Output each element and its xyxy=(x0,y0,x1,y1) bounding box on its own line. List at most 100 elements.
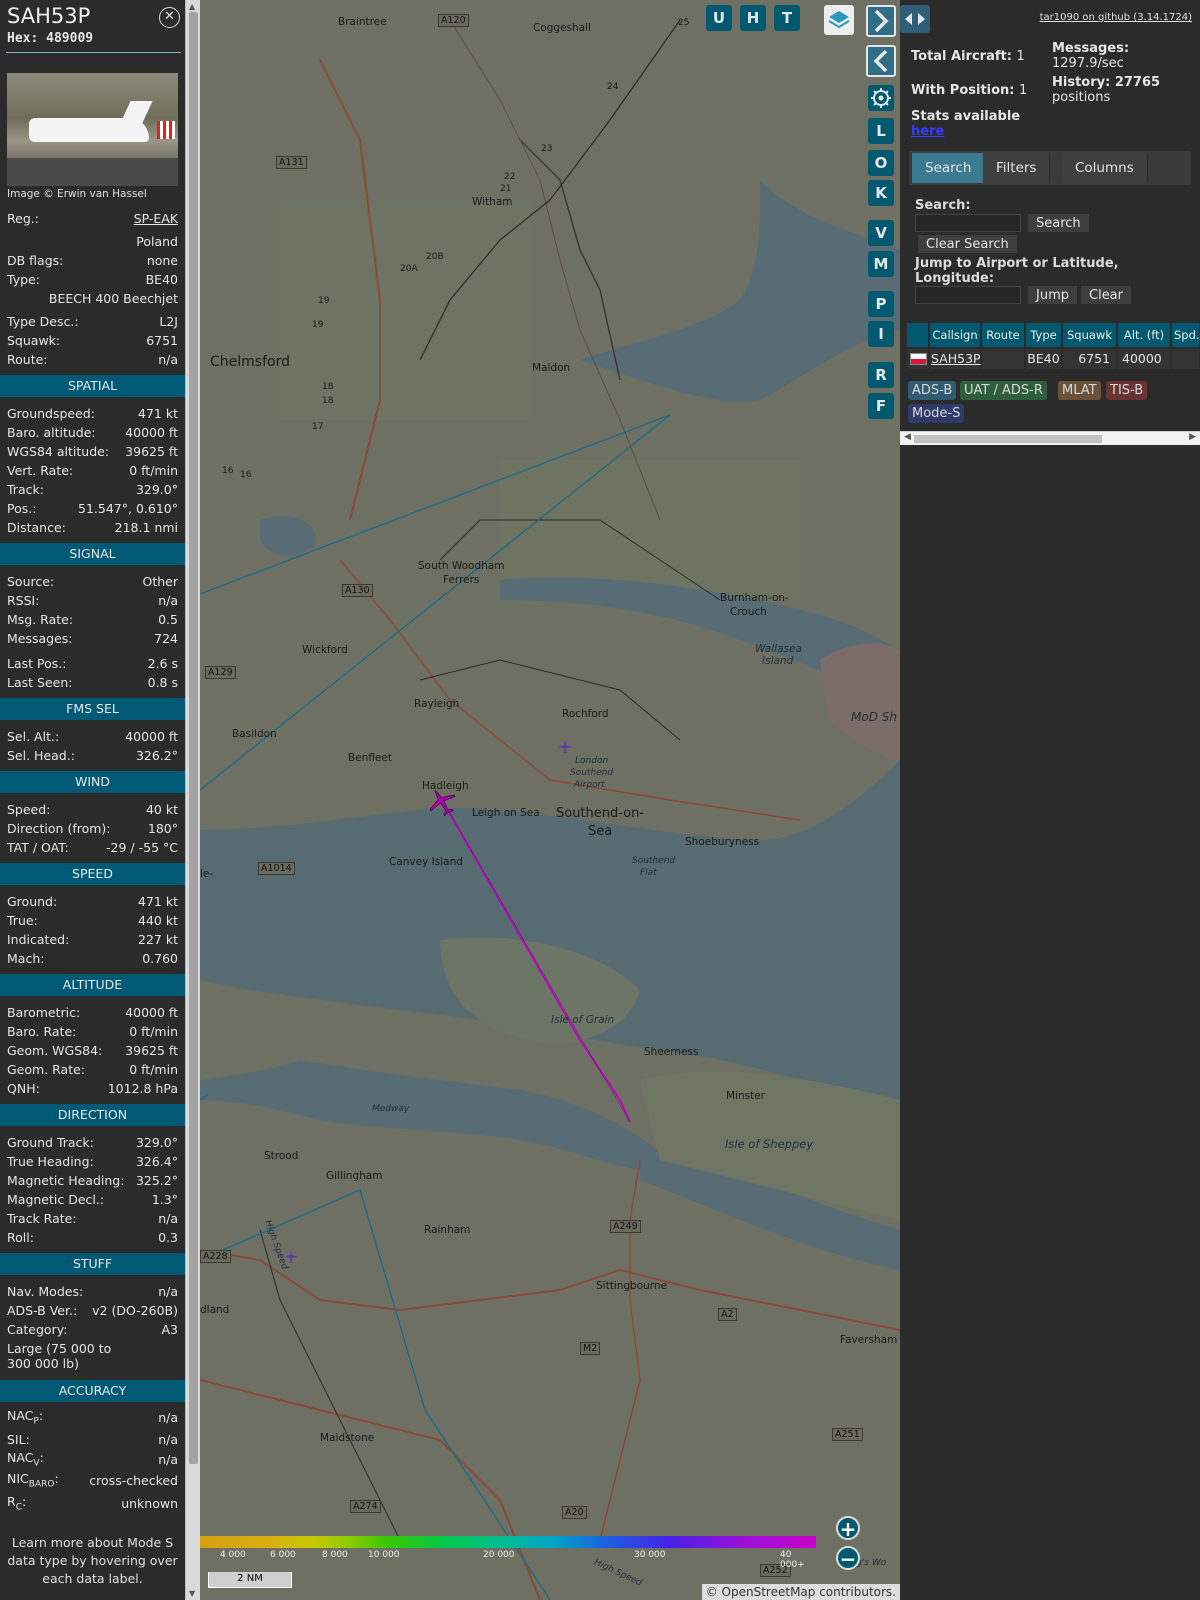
source-chip-uat[interactable]: UAT / ADS-R xyxy=(960,381,1047,400)
map-label: Rayleigh xyxy=(414,698,460,710)
map-attribution[interactable]: © OpenStreetMap contributors. xyxy=(701,1584,900,1600)
junction-label: 19 xyxy=(318,296,330,306)
toggle-u-button[interactable]: U xyxy=(706,5,732,31)
road-shield: A130 xyxy=(342,584,373,597)
map-label: Gillingham xyxy=(326,1170,383,1182)
section-wind[interactable]: WIND xyxy=(0,771,185,793)
map-view[interactable]: Braintree Coggeshall Witham Chelmsford M… xyxy=(200,0,900,1600)
toggle-t-button[interactable]: T xyxy=(774,5,800,31)
section-spatial[interactable]: SPATIAL xyxy=(0,375,185,397)
source-chip-tisb[interactable]: TIS-B xyxy=(1106,381,1148,400)
junction-label: 20B xyxy=(426,252,444,262)
info-row: Nav. Modes: n/a xyxy=(7,1283,178,1299)
search-button[interactable]: Search xyxy=(1027,213,1090,233)
section-signal[interactable]: SIGNAL xyxy=(0,543,185,565)
junction-label: 18 xyxy=(322,396,334,406)
table-cell-speed xyxy=(1172,349,1200,369)
stats-available: Stats available xyxy=(911,109,1021,124)
info-scrollbar[interactable]: ▲ ▼ xyxy=(185,0,200,1600)
section-direction[interactable]: DIRECTION xyxy=(0,1104,185,1126)
table-horizontal-scrollbar[interactable]: ◀ ▶ xyxy=(900,431,1200,445)
layers-icon[interactable] xyxy=(824,5,854,35)
column-header-altitude[interactable]: Alt. (ft) xyxy=(1118,323,1171,347)
clear-button[interactable]: Clear xyxy=(1080,285,1132,305)
info-row: Messages: 724 xyxy=(7,630,178,646)
toggle-f-button[interactable]: F xyxy=(868,393,894,419)
section-accuracy[interactable]: ACCURACY xyxy=(0,1380,185,1402)
clear-search-button[interactable]: Clear Search xyxy=(917,234,1018,254)
aircraft-photo[interactable] xyxy=(7,73,178,186)
github-link[interactable]: tar1090 on github (3.14.1724) xyxy=(1040,12,1192,23)
toggle-k-button[interactable]: K xyxy=(868,180,894,206)
scrollbar-thumb[interactable] xyxy=(914,435,1102,443)
map-label: Ferrers xyxy=(443,574,480,586)
map-label: Braintree xyxy=(338,16,387,28)
junction-label: 20A xyxy=(400,264,418,274)
column-header-speed[interactable]: Spd. xyxy=(1172,323,1200,347)
chevron-right-icon[interactable] xyxy=(866,5,896,37)
toggle-v-button[interactable]: V xyxy=(868,220,894,246)
map-label: Sittingbourne xyxy=(596,1280,668,1292)
table-cell-callsign[interactable]: SAH53P xyxy=(930,349,981,369)
column-header-type[interactable]: Type xyxy=(1026,323,1062,347)
junction-label: 18 xyxy=(322,382,334,392)
scrollbar-thumb[interactable] xyxy=(189,12,198,1464)
toggle-h-button[interactable]: H xyxy=(740,5,766,31)
stats-link[interactable]: here xyxy=(911,124,944,139)
toggle-m-button[interactable]: M xyxy=(868,251,894,277)
column-header-squawk[interactable]: Squawk xyxy=(1063,323,1117,347)
info-row: Ground: 471 kt xyxy=(7,893,178,909)
registration-link[interactable]: SP-EAK xyxy=(134,211,178,226)
map-label: Shoeburyness xyxy=(685,836,760,848)
road-shield: A120 xyxy=(438,14,469,27)
source-chip-modes[interactable]: Mode-S xyxy=(908,404,965,423)
info-row: Geom. WGS84: 39625 ft xyxy=(7,1042,178,1058)
jump-input[interactable] xyxy=(915,286,1021,304)
toggle-p-button[interactable]: P xyxy=(868,291,894,317)
toggle-r-button[interactable]: R xyxy=(868,362,894,388)
tab-columns[interactable]: Columns xyxy=(1062,153,1148,183)
tab-filters[interactable]: Filters xyxy=(983,153,1051,183)
column-header-route[interactable]: Route xyxy=(982,323,1025,347)
column-header-callsign[interactable]: Callsign xyxy=(930,323,981,347)
road-shield: A249 xyxy=(610,1220,641,1233)
info-row: Baro. Rate: 0 ft/min xyxy=(7,1023,178,1039)
map-label: Airport xyxy=(574,780,605,790)
scroll-left-icon[interactable]: ◀ xyxy=(904,432,911,442)
junction-label: 17 xyxy=(312,422,324,432)
road-shield: A274 xyxy=(350,1500,381,1513)
toggle-o-button[interactable]: O xyxy=(868,150,894,176)
tab-search[interactable]: Search xyxy=(912,153,986,183)
expand-horizontal-icon[interactable] xyxy=(900,5,930,33)
section-fms[interactable]: FMS SEL xyxy=(0,698,185,720)
section-speed[interactable]: SPEED xyxy=(0,863,185,885)
zoom-out-button[interactable]: − xyxy=(836,1546,860,1570)
junction-label: 16 xyxy=(240,470,252,480)
map-scale-bar: 2 NM xyxy=(208,1572,292,1588)
info-row: NACV: n/a xyxy=(7,1449,178,1469)
road-shield: A228 xyxy=(200,1250,231,1263)
section-altitude[interactable]: ALTITUDE xyxy=(0,974,185,996)
scroll-right-icon[interactable]: ▶ xyxy=(1189,432,1196,442)
dbflags-row: DB flags: none xyxy=(7,252,178,268)
chevron-left-icon[interactable] xyxy=(866,45,896,77)
scroll-down-icon[interactable]: ▼ xyxy=(189,1589,195,1598)
close-icon[interactable]: ✕ xyxy=(159,7,180,28)
source-chip-mlat[interactable]: MLAT xyxy=(1058,381,1101,400)
section-stuff[interactable]: STUFF xyxy=(0,1253,185,1275)
category-desc: 300 000 lb) xyxy=(7,1355,79,1371)
toggle-i-button[interactable]: I xyxy=(868,321,894,347)
info-row: SIL: n/a xyxy=(7,1431,178,1447)
road-shield: M2 xyxy=(580,1342,601,1355)
zoom-in-button[interactable]: + xyxy=(836,1516,860,1540)
source-chip-adsb[interactable]: ADS-B xyxy=(908,381,957,400)
column-header-flag[interactable] xyxy=(907,323,929,347)
selected-callsign: SAH53P xyxy=(7,4,91,28)
scroll-up-icon[interactable]: ▲ xyxy=(189,2,195,11)
map-label: Isle of Grain xyxy=(551,1014,615,1026)
toggle-l-button[interactable]: L xyxy=(868,118,894,144)
legend-tick: 40 000+ xyxy=(780,1550,805,1570)
gear-icon[interactable] xyxy=(868,85,894,111)
search-input[interactable] xyxy=(915,214,1021,232)
jump-button[interactable]: Jump xyxy=(1027,285,1078,305)
